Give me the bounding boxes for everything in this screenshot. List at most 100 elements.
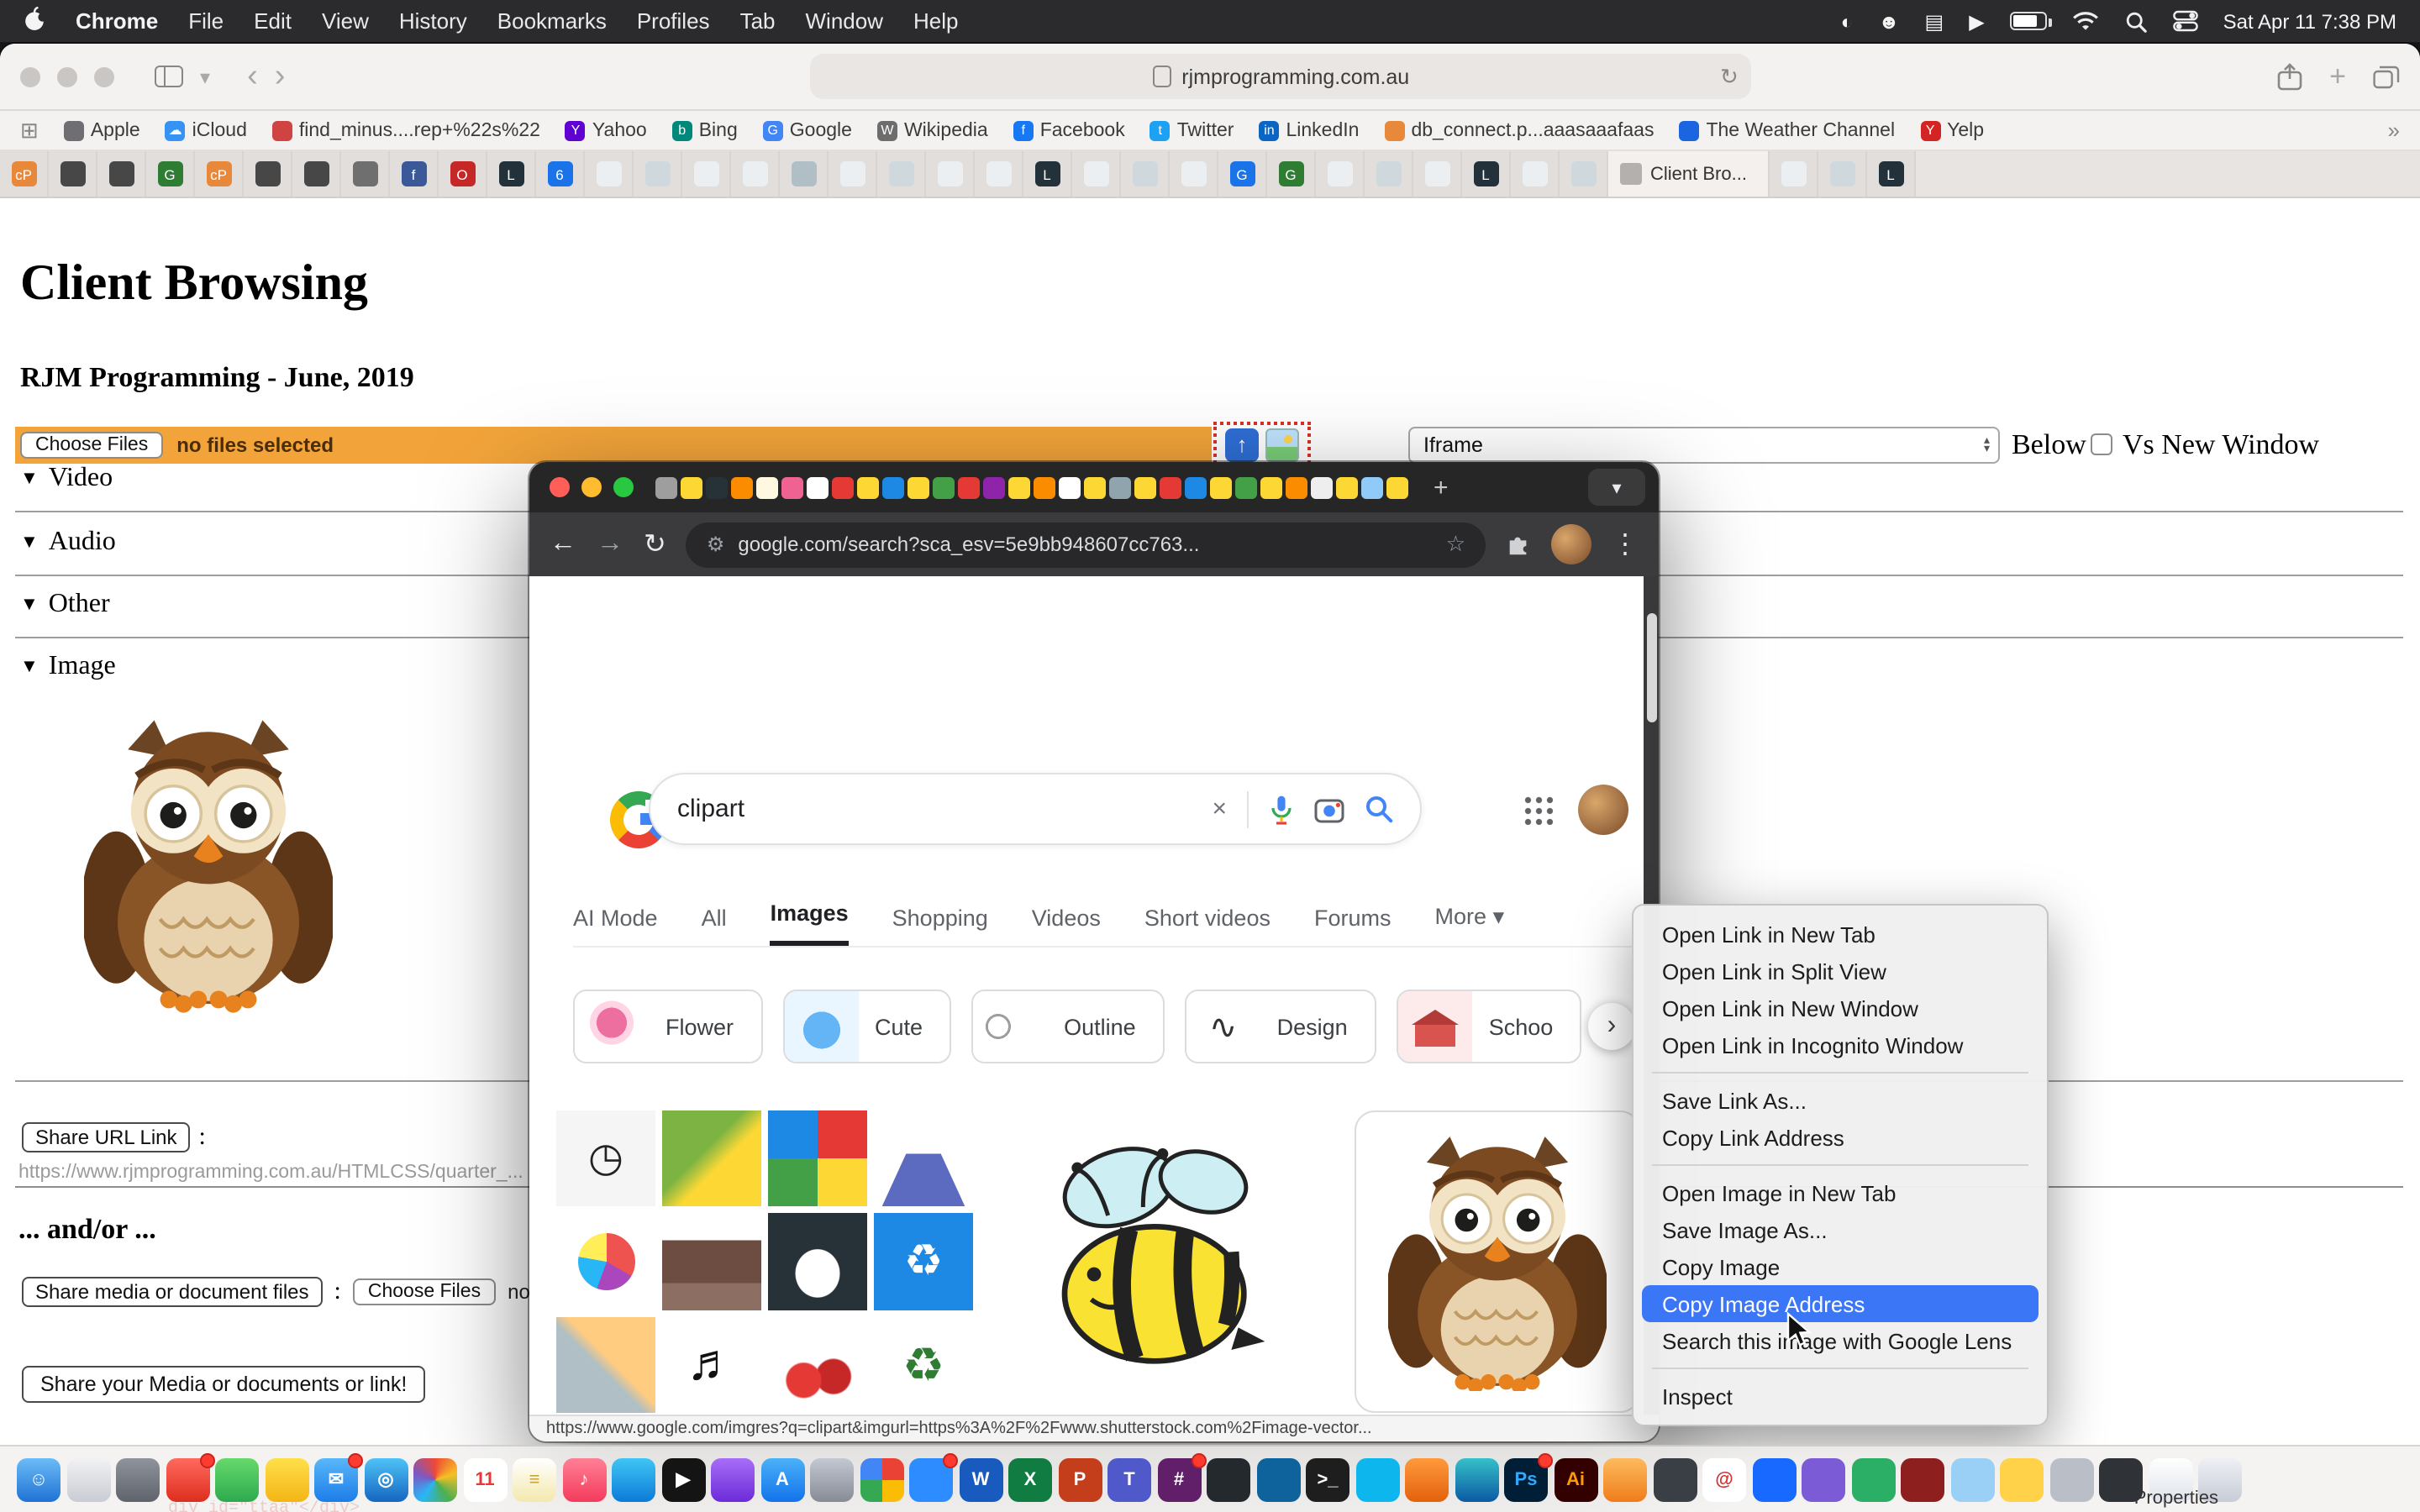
popup-tab[interactable] — [1185, 476, 1207, 498]
site-settings-icon[interactable]: ⚙ — [707, 533, 725, 556]
dock-app-icon[interactable]: ♪ — [562, 1457, 606, 1501]
popup-omnibox[interactable]: ⚙ google.com/search?sca_esv=5e9bb948607c… — [687, 522, 1486, 567]
dock-app-icon[interactable]: T — [1107, 1457, 1151, 1501]
dock-app-icon[interactable] — [166, 1457, 209, 1501]
dock-app-icon[interactable] — [413, 1457, 457, 1501]
dock-app-icon[interactable] — [810, 1457, 854, 1501]
dock-app-icon[interactable]: ☺ — [17, 1457, 60, 1501]
popup-tab[interactable] — [681, 476, 702, 498]
browser-tab[interactable] — [731, 151, 780, 197]
favorites-bar-item[interactable]: ☁iCloud — [166, 120, 247, 140]
context-menu-item-open-link-split-view[interactable]: Open Link in Split View — [1642, 953, 2039, 990]
tab-short-videos[interactable]: Short videos — [1144, 906, 1270, 946]
popup-tab[interactable] — [1059, 476, 1081, 498]
menu-help[interactable]: Help — [913, 8, 959, 34]
section-image[interactable]: ▼ Image — [20, 652, 116, 682]
browser-tab[interactable] — [1170, 151, 1218, 197]
owl-clipart-image[interactable] — [84, 712, 333, 1015]
dock-app-icon[interactable]: >_ — [1306, 1457, 1349, 1501]
google-account-avatar[interactable] — [1578, 785, 1628, 835]
browser-tab[interactable] — [1121, 151, 1170, 197]
extensions-puzzle-icon[interactable] — [1506, 532, 1531, 557]
popup-forward-icon[interactable]: → — [597, 529, 623, 559]
popup-tab[interactable] — [1109, 476, 1131, 498]
browser-tab[interactable]: G — [146, 151, 195, 197]
user-switch-icon[interactable]: ☻ — [1878, 9, 1899, 33]
browser-tab[interactable] — [585, 151, 634, 197]
favorites-bar-item[interactable]: tTwitter — [1150, 120, 1234, 140]
dock-app-icon[interactable] — [860, 1457, 903, 1501]
menu-bar-clock[interactable]: Sat Apr 11 7:38 PM — [2223, 9, 2396, 33]
browser-tab[interactable]: L — [487, 151, 536, 197]
browser-tab[interactable]: cP — [0, 151, 49, 197]
browser-tab[interactable]: G — [1267, 151, 1316, 197]
google-lens-icon[interactable] — [1314, 795, 1344, 822]
popup-zoom-button[interactable] — [613, 477, 634, 497]
dock-app-icon[interactable]: ✉ — [314, 1457, 358, 1501]
popup-tab[interactable] — [1286, 476, 1307, 498]
window-close-button[interactable] — [20, 66, 40, 87]
dock-app-icon[interactable] — [1603, 1457, 1647, 1501]
popup-back-icon[interactable]: ← — [550, 529, 576, 559]
browser-tab[interactable] — [341, 151, 390, 197]
dock-app-icon[interactable] — [116, 1457, 160, 1501]
voice-search-icon[interactable] — [1269, 794, 1294, 824]
tab-all[interactable]: All — [702, 906, 727, 946]
popup-tab[interactable] — [655, 476, 677, 498]
favorites-bar-item[interactable]: fFacebook — [1013, 120, 1125, 140]
browser-tab[interactable]: f — [390, 151, 439, 197]
context-menu-item-save-link-as[interactable]: Save Link As... — [1642, 1082, 2039, 1119]
browser-tab[interactable] — [97, 151, 146, 197]
popup-tab[interactable] — [1386, 476, 1408, 498]
popup-tab[interactable] — [1235, 476, 1257, 498]
browser-tab[interactable] — [634, 151, 682, 197]
browser-tab[interactable] — [1560, 151, 1608, 197]
dock-app-icon[interactable] — [66, 1457, 110, 1501]
dock-app-icon[interactable] — [1355, 1457, 1399, 1501]
dock-app-icon[interactable]: ◎ — [364, 1457, 408, 1501]
tab-videos[interactable]: Videos — [1032, 906, 1101, 946]
sidebar-chevron-icon[interactable]: ▾ — [200, 66, 210, 87]
browser-tab[interactable] — [292, 151, 341, 197]
favorites-overflow-icon[interactable]: » — [2388, 118, 2400, 143]
popup-reload-icon[interactable]: ↻ — [644, 528, 666, 561]
screen-record-icon[interactable]: ◐ — [1841, 9, 1854, 33]
section-other[interactable]: ▼ Other — [20, 590, 110, 620]
menu-history[interactable]: History — [399, 8, 467, 34]
dock-app-icon[interactable] — [1207, 1457, 1250, 1501]
dock-app-icon[interactable]: Ai — [1554, 1457, 1597, 1501]
share-icon[interactable] — [2277, 62, 2302, 91]
search-icon[interactable] — [1365, 795, 1393, 823]
dock-app-icon[interactable] — [265, 1457, 308, 1501]
browser-tab[interactable] — [1413, 151, 1462, 197]
display-mode-select[interactable]: Iframe ▴▾ — [1408, 427, 2000, 464]
popup-tab[interactable] — [857, 476, 879, 498]
tab-ai-mode[interactable]: AI Mode — [573, 906, 658, 946]
active-app-name[interactable]: Chrome — [76, 8, 158, 34]
menu-view[interactable]: View — [322, 8, 369, 34]
favorites-bar-item[interactable]: inLinkedIn — [1259, 120, 1359, 140]
context-menu-item-open-image-new-tab[interactable]: Open Image in New Tab — [1642, 1174, 2039, 1211]
popup-tab[interactable] — [1336, 476, 1358, 498]
display-icon[interactable]: ▤ — [1925, 9, 1944, 33]
forward-button[interactable]: › — [275, 60, 286, 92]
sidebar-toggle-icon[interactable] — [155, 66, 183, 87]
browser-tab[interactable] — [244, 151, 292, 197]
address-bar[interactable]: rjmprogramming.com.au ↻ — [811, 54, 1752, 99]
dock-app-icon[interactable] — [1752, 1457, 1796, 1501]
chip-design[interactable]: ∿ Design — [1185, 990, 1376, 1063]
dock-app-icon[interactable] — [215, 1457, 259, 1501]
dock-app-icon[interactable] — [612, 1457, 655, 1501]
dock-app-icon[interactable] — [711, 1457, 755, 1501]
dock-app-icon[interactable]: X — [1008, 1457, 1052, 1501]
dock-app-icon[interactable]: Ps — [1504, 1457, 1548, 1501]
popup-tab[interactable] — [1361, 476, 1383, 498]
window-zoom-button[interactable] — [94, 66, 114, 87]
dock-app-icon[interactable]: # — [1157, 1457, 1201, 1501]
popup-close-button[interactable] — [550, 477, 570, 497]
context-menu-item-copy-image[interactable]: Copy Image — [1642, 1248, 2039, 1285]
tab-forums[interactable]: Forums — [1314, 906, 1392, 946]
popup-tab[interactable] — [1311, 476, 1333, 498]
popup-tab[interactable] — [807, 476, 829, 498]
dock-app-icon[interactable] — [1851, 1457, 1895, 1501]
